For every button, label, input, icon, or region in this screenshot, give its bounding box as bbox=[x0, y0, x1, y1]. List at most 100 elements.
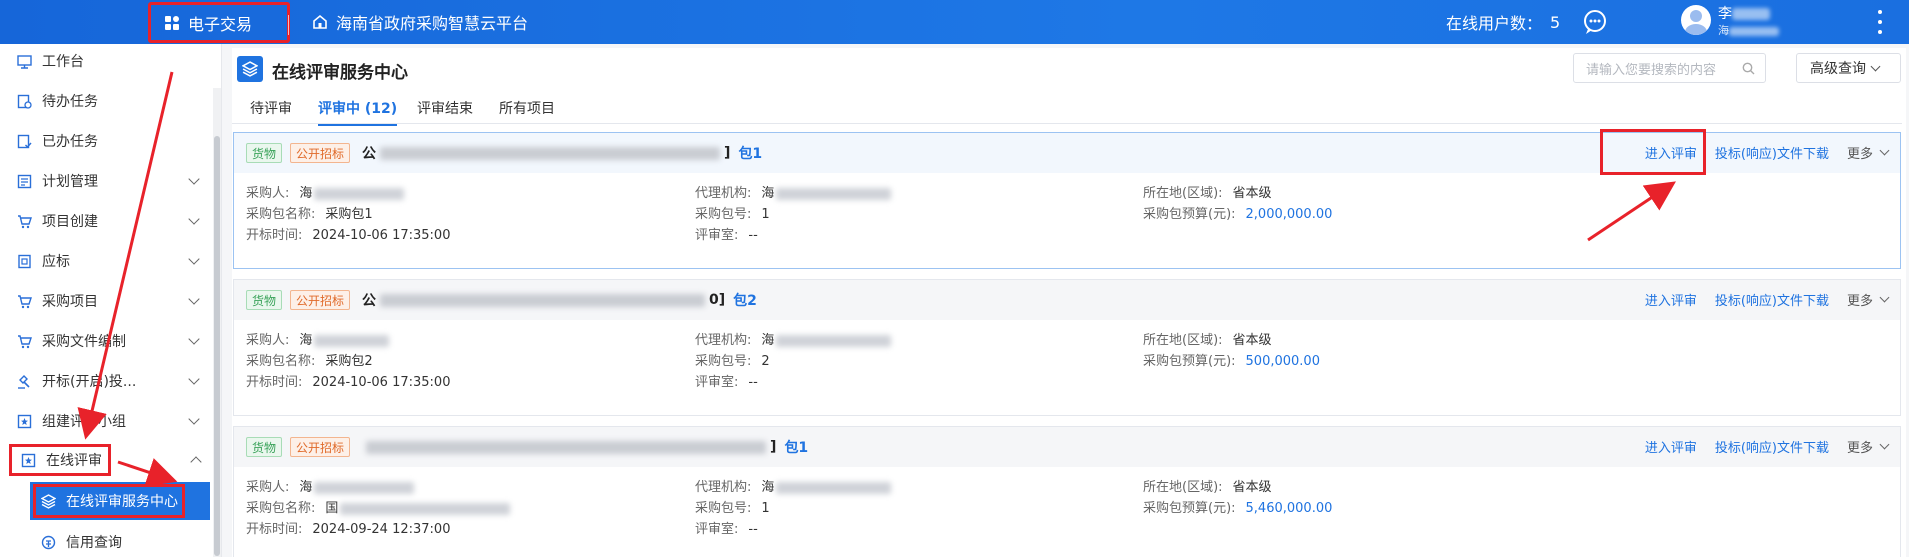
region-field: 所在地(区域): 省本级 bbox=[1143, 480, 1272, 495]
package-name-field: 采购包名称: 采购包1 bbox=[246, 207, 373, 222]
open-time-field: 开标时间: 2024-10-06 17:35:00 bbox=[246, 228, 451, 243]
chat-icon bbox=[1584, 10, 1606, 34]
layers-icon bbox=[237, 56, 263, 82]
chevron-down-icon bbox=[188, 373, 200, 385]
cart-icon bbox=[16, 293, 32, 309]
card-actions: 进入评审 投标(响应)文件下载 更多 bbox=[1645, 437, 1890, 456]
more-dropdown[interactable]: 更多 bbox=[1847, 437, 1890, 456]
sidebar-item-online-review[interactable]: 在线评审 bbox=[9, 444, 111, 476]
redacted-text bbox=[1732, 8, 1770, 20]
review-room-field: 评审室: -- bbox=[695, 228, 758, 243]
redacted-text bbox=[776, 481, 892, 494]
redacted-text bbox=[340, 502, 511, 515]
download-bid-file-link[interactable]: 投标(响应)文件下载 bbox=[1715, 437, 1829, 456]
online-users-label: 在线用户数： bbox=[1446, 14, 1543, 33]
card-actions: 进入评审 投标(响应)文件下载 更多 bbox=[1645, 290, 1890, 309]
platform-link[interactable]: 海南省政府采购智慧云平台 bbox=[312, 0, 528, 44]
chevron-down-icon bbox=[1879, 145, 1890, 156]
enter-review-link[interactable]: 进入评审 bbox=[1645, 290, 1697, 309]
review-room-field: 评审室: -- bbox=[695, 375, 758, 390]
sidebar-item-done[interactable]: 已办任务 bbox=[0, 121, 210, 161]
more-dropdown[interactable]: 更多 bbox=[1847, 143, 1890, 162]
search-icon[interactable] bbox=[1742, 62, 1755, 79]
tab-in-review[interactable]: 评审中 (12) bbox=[318, 98, 398, 126]
open-time-field: 开标时间: 2024-10-06 17:35:00 bbox=[246, 375, 451, 390]
project-name-end: ] bbox=[724, 145, 731, 161]
chat-button[interactable] bbox=[1582, 9, 1608, 39]
avatar[interactable] bbox=[1681, 5, 1711, 35]
gavel-icon bbox=[16, 373, 32, 389]
sidebar-item-todo[interactable]: 待办任务 bbox=[0, 81, 210, 121]
chevron-down-icon bbox=[188, 213, 200, 225]
public-bid-tag: 公开招标 bbox=[290, 143, 351, 163]
sidebar-item-procurement-project[interactable]: 采购项目 bbox=[0, 281, 210, 321]
cart-icon bbox=[16, 333, 32, 349]
project-card: 货物 公开招标 ] 包1 进入评审 投标(响应)文件下载 更多 采购人: 海 代理… bbox=[233, 426, 1901, 557]
tab-pending-review[interactable]: 待评审 bbox=[250, 98, 292, 118]
package-link[interactable]: 包1 bbox=[784, 437, 808, 457]
document-icon bbox=[16, 253, 32, 269]
platform-label: 海南省政府采购智慧云平台 bbox=[336, 14, 529, 33]
chevron-down-icon bbox=[1879, 292, 1890, 303]
electronic-trading-menu[interactable]: 电子交易 bbox=[148, 2, 290, 43]
redacted-text bbox=[314, 334, 390, 347]
download-bid-file-link[interactable]: 投标(响应)文件下载 bbox=[1715, 290, 1829, 309]
sidebar-item-workbench[interactable]: 工作台 bbox=[0, 41, 210, 81]
package-link[interactable]: 包2 bbox=[733, 290, 757, 310]
advanced-search-button[interactable]: 高级查询 bbox=[1796, 53, 1901, 83]
package-link[interactable]: 包1 bbox=[738, 143, 762, 163]
sidebar-item-build-panel[interactable]: 组建评审小组 bbox=[0, 401, 210, 441]
purchaser-field: 采购人: 海 bbox=[246, 182, 405, 201]
main-content: 在线评审服务中心 请输入您要搜索的内容 高级查询 待评审 评审中 (12) 评审… bbox=[232, 48, 1906, 557]
chevron-down-icon bbox=[1879, 439, 1890, 450]
package-budget-field: 采购包预算(元): 500,000.00 bbox=[1143, 354, 1320, 369]
more-menu-icon[interactable] bbox=[1878, 10, 1882, 34]
enter-review-link[interactable]: 进入评审 bbox=[1645, 437, 1697, 456]
redacted-text bbox=[380, 293, 706, 307]
star-box-icon bbox=[20, 452, 36, 468]
sidebar-item-credit-query[interactable]: 信用查询 bbox=[0, 522, 210, 557]
annotation-box bbox=[33, 484, 185, 518]
tab-all-projects[interactable]: 所有项目 bbox=[499, 98, 555, 118]
package-number-field: 采购包号: 1 bbox=[695, 501, 770, 516]
agency-field: 代理机构: 海 bbox=[695, 182, 892, 201]
project-card: 货物 公开招标 公 0] 包2 进入评审 投标(响应)文件下载 更多 采购人: 海… bbox=[233, 279, 1901, 416]
user-name[interactable]: 李 bbox=[1718, 3, 1770, 23]
monitor-icon bbox=[16, 53, 32, 69]
package-name-field: 采购包名称: 国 bbox=[246, 497, 511, 516]
purchaser-field: 采购人: 海 bbox=[246, 476, 415, 495]
sidebar-scrollbar[interactable] bbox=[213, 88, 221, 557]
project-card: 货物 公开招标 公 ] 包1 进入评审 投标(响应)文件下载 更多 采购人: 海 … bbox=[233, 129, 1901, 269]
sidebar: 工作台 待办任务 已办任务 计划管理 项目创建 应标 采购项目 采购文件编制 开… bbox=[0, 44, 222, 557]
user-org: 海 bbox=[1718, 22, 1779, 38]
sidebar-item-doc-prep[interactable]: 采购文件编制 bbox=[0, 321, 210, 361]
public-bid-tag: 公开招标 bbox=[290, 437, 351, 457]
goods-tag: 货物 bbox=[246, 437, 283, 457]
project-name-end: ] bbox=[770, 439, 777, 455]
open-time-field: 开标时间: 2024-09-24 12:37:00 bbox=[246, 522, 451, 537]
sidebar-item-plan[interactable]: 计划管理 bbox=[0, 161, 210, 201]
electronic-trading-label: 电子交易 bbox=[188, 14, 253, 34]
download-bid-file-link[interactable]: 投标(响应)文件下载 bbox=[1715, 143, 1829, 162]
chevron-down-icon bbox=[188, 413, 200, 425]
tab-review-finished[interactable]: 评审结束 bbox=[417, 98, 473, 118]
grid-icon bbox=[165, 15, 179, 30]
project-name: 公 bbox=[362, 293, 377, 309]
goods-tag: 货物 bbox=[246, 143, 283, 163]
search-input[interactable]: 请输入您要搜索的内容 bbox=[1573, 53, 1766, 83]
card-header: 货物 公开招标 公 0] 包2 进入评审 投标(响应)文件下载 更多 bbox=[234, 280, 1900, 320]
divider bbox=[288, 15, 289, 35]
credit-icon bbox=[40, 534, 56, 550]
more-dropdown[interactable]: 更多 bbox=[1847, 290, 1890, 309]
region-field: 所在地(区域): 省本级 bbox=[1143, 333, 1272, 348]
sidebar-item-bid-response[interactable]: 应标 bbox=[0, 241, 210, 281]
redacted-text bbox=[366, 440, 767, 454]
redacted-text bbox=[1729, 26, 1779, 36]
sidebar-item-create-project[interactable]: 项目创建 bbox=[0, 201, 210, 241]
chevron-down-icon bbox=[188, 333, 200, 345]
sidebar-item-bid-opening[interactable]: 开标(开启)投... bbox=[0, 361, 210, 401]
project-name-end: 0] bbox=[709, 292, 726, 308]
public-bid-tag: 公开招标 bbox=[290, 290, 351, 310]
page-title: 在线评审服务中心 bbox=[272, 63, 408, 83]
project-name: 公 bbox=[362, 146, 377, 162]
